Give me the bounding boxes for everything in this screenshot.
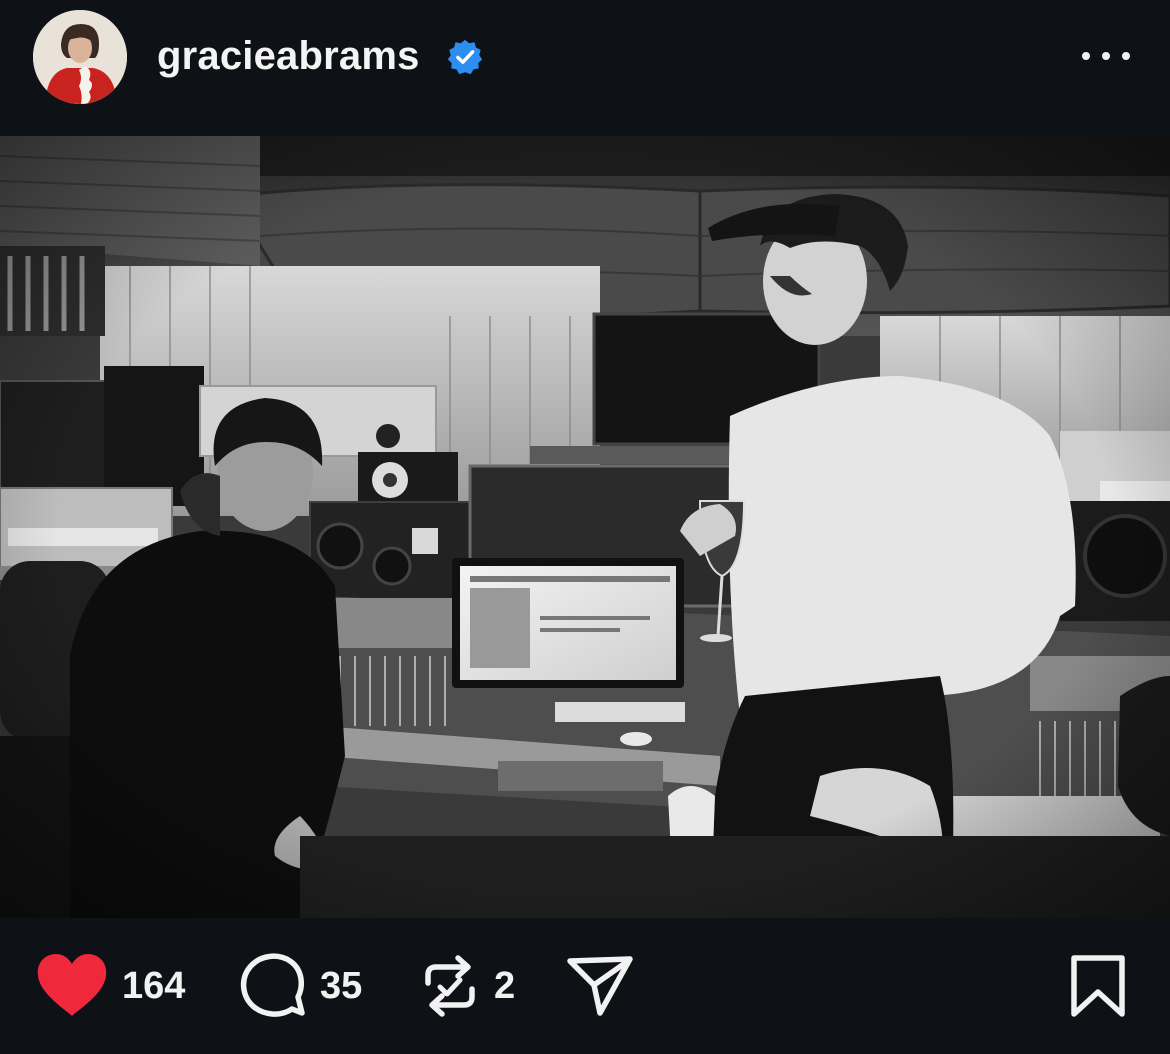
avatar[interactable]: [33, 10, 127, 104]
post-image[interactable]: [0, 136, 1170, 918]
instagram-post: gracieabrams 164 35 2: [0, 0, 1170, 1054]
like-button[interactable]: 164: [36, 918, 185, 1054]
repost-icon: [425, 955, 475, 1017]
studio-photo: [0, 136, 1170, 918]
bookmark-icon: [1071, 955, 1125, 1017]
like-count: 164: [122, 964, 186, 1007]
comment-count: 35: [320, 964, 363, 1007]
username[interactable]: gracieabrams: [157, 34, 420, 78]
comment-icon: [240, 953, 305, 1017]
comment-button[interactable]: 35: [240, 918, 362, 1054]
post-actions-bar: 164 35 2: [0, 918, 1170, 1054]
post-header: gracieabrams: [0, 0, 1170, 136]
more-dot-icon: [1122, 52, 1130, 60]
verified-badge-icon: [447, 39, 483, 75]
send-icon: [567, 956, 633, 1016]
bookmark-button[interactable]: [1070, 918, 1126, 1054]
heart-icon: [37, 954, 107, 1016]
repost-button[interactable]: 2: [420, 918, 515, 1054]
share-button[interactable]: [566, 918, 634, 1054]
more-options-button[interactable]: [1082, 44, 1130, 68]
more-dot-icon: [1102, 52, 1110, 60]
repost-count: 2: [494, 964, 516, 1007]
more-dot-icon: [1082, 52, 1090, 60]
avatar-image: [33, 10, 127, 104]
